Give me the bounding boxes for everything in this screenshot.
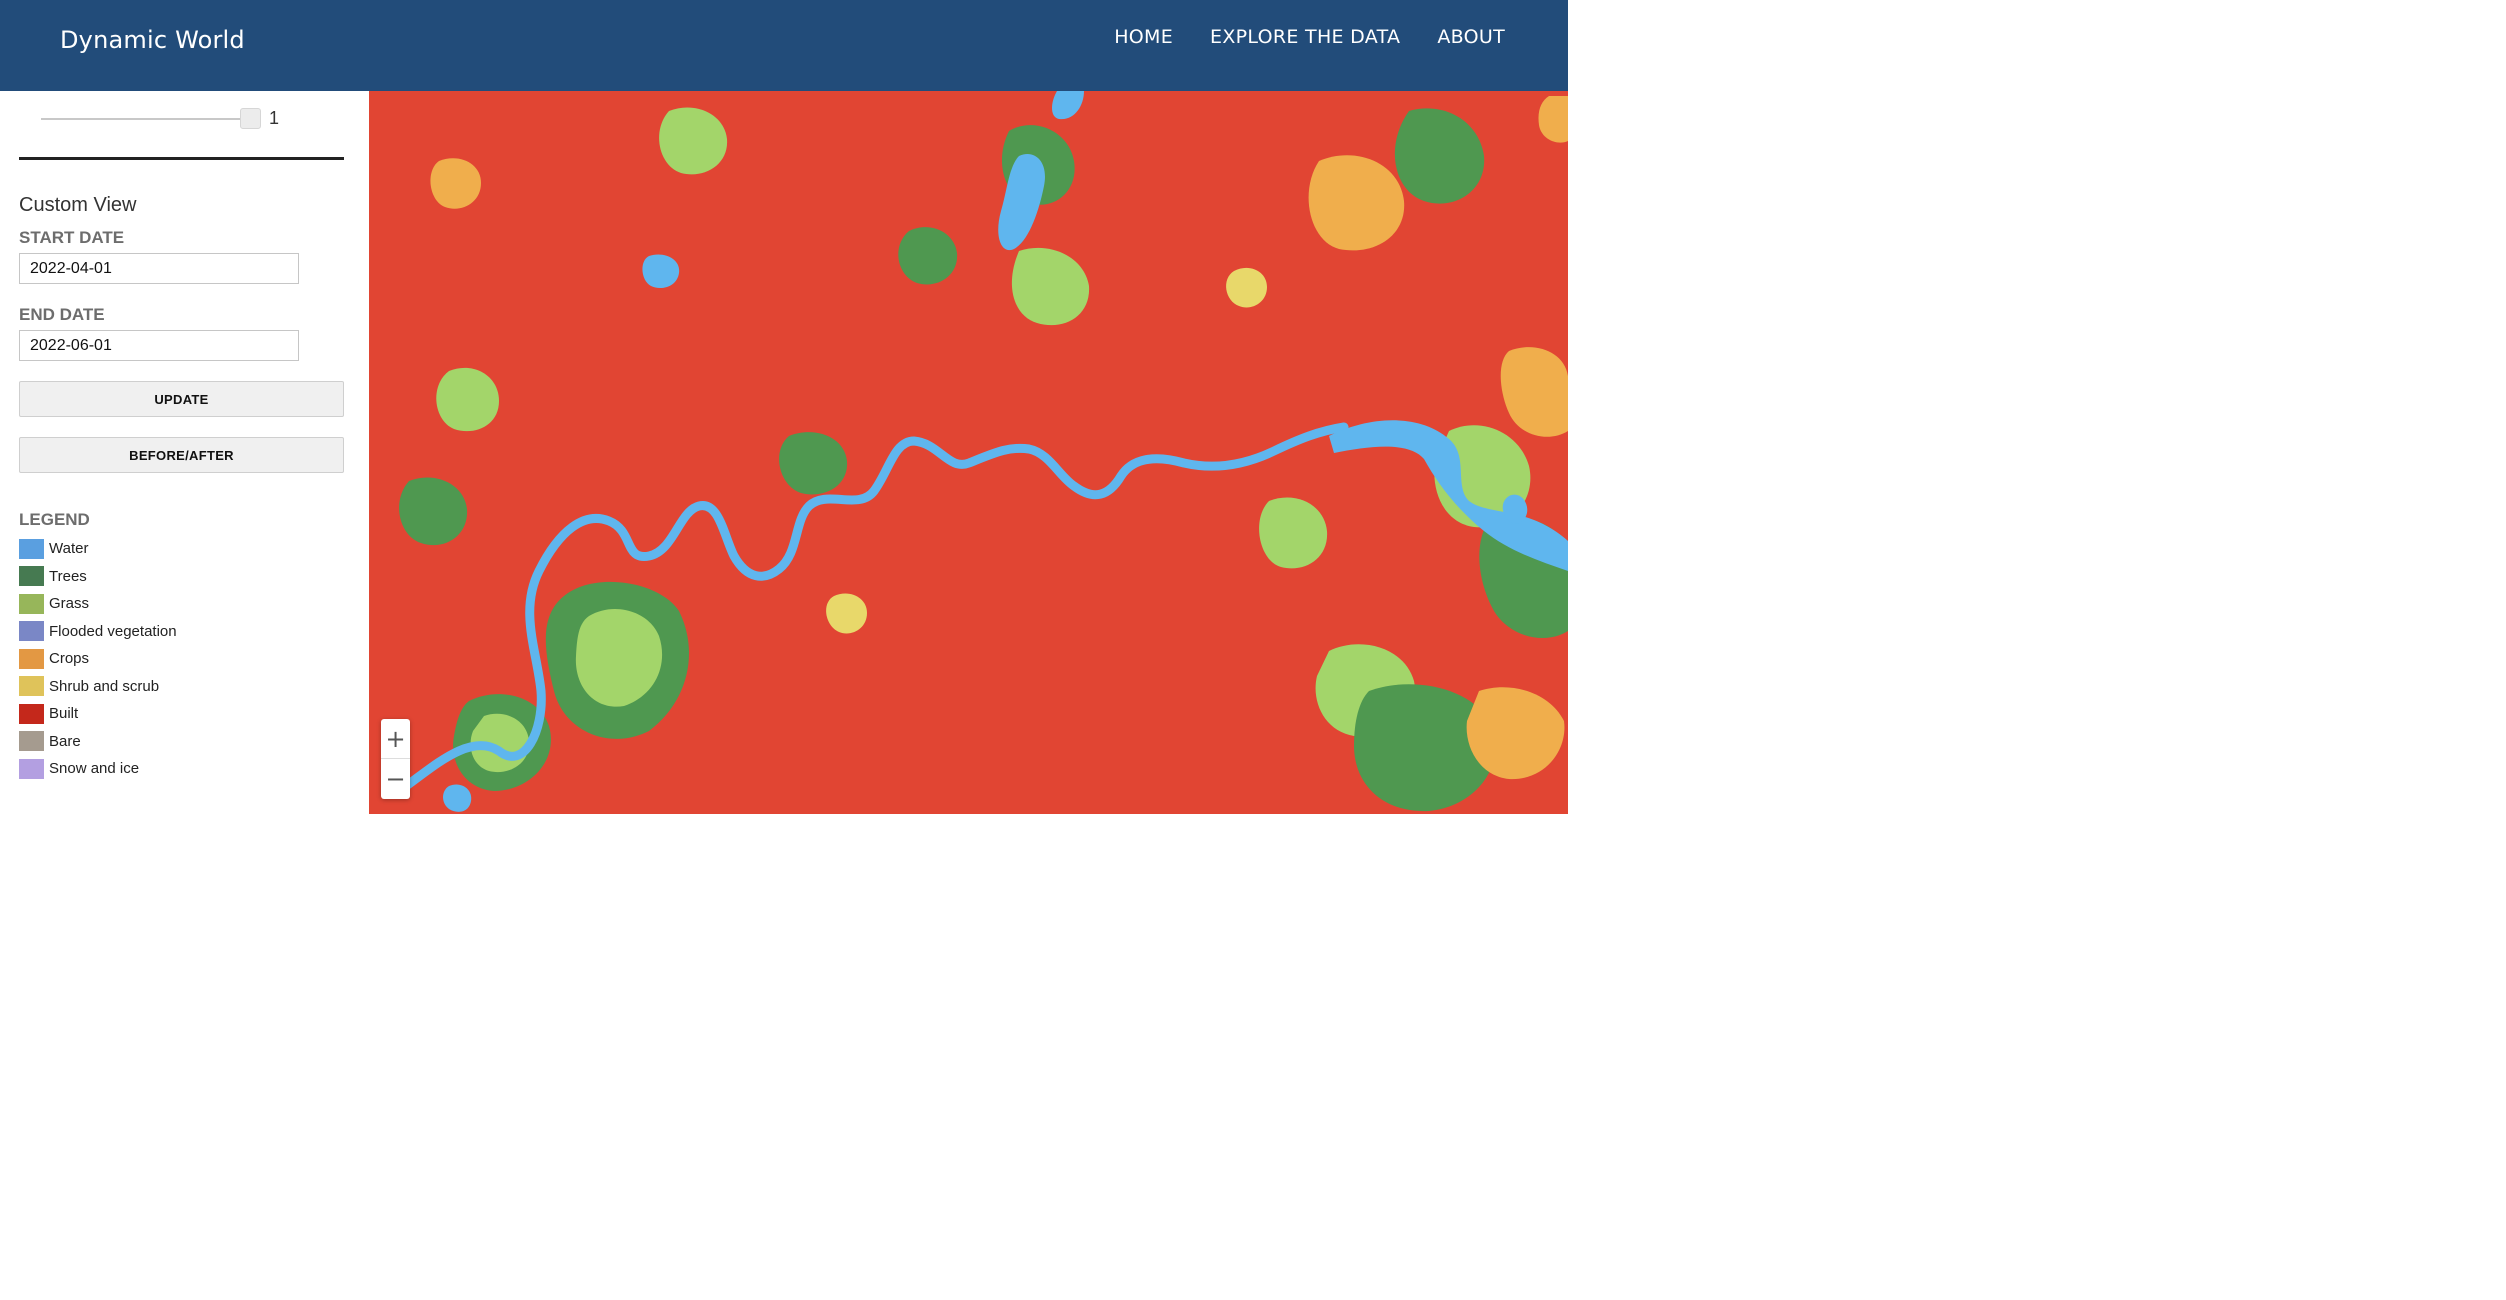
- map-canvas[interactable]: + −: [369, 91, 1568, 814]
- update-button[interactable]: UPDATE: [19, 381, 344, 417]
- zoom-in-icon[interactable]: +: [381, 719, 410, 759]
- legend-swatch-built: [19, 703, 44, 724]
- legend-item-grass: Grass: [19, 590, 177, 618]
- section-divider: [19, 157, 344, 160]
- nav-home[interactable]: HOME: [1114, 26, 1173, 48]
- zoom-control: + −: [381, 719, 410, 799]
- shrub-patch: [1226, 267, 1267, 308]
- slider-track[interactable]: [41, 118, 245, 120]
- legend-swatch-flooded-vegetation: [19, 621, 44, 642]
- brand-title[interactable]: Dynamic World: [60, 26, 245, 54]
- legend-swatch-bare: [19, 731, 44, 752]
- start-date-label: START DATE: [19, 228, 125, 247]
- legend-label: Water: [49, 540, 89, 558]
- legend-swatch-crops: [19, 648, 44, 669]
- legend-label: Built: [49, 705, 79, 723]
- legend-item-shrub-and-scrub: Shrub and scrub: [19, 673, 177, 701]
- top-nav: HOME EXPLORE THE DATA ABOUT: [1114, 26, 1505, 48]
- legend-label: Trees: [49, 567, 87, 585]
- legend-item-flooded-vegetation: Flooded vegetation: [19, 618, 177, 646]
- legend-list: Water Trees Grass Flooded vegetation Cro…: [19, 535, 177, 783]
- legend-item-water: Water: [19, 535, 177, 563]
- legend-item-bare: Bare: [19, 728, 177, 756]
- legend-item-trees: Trees: [19, 563, 177, 591]
- start-date-input[interactable]: [19, 253, 299, 284]
- sidebar: 1 Custom View START DATE END DATE UPDATE…: [0, 91, 369, 814]
- legend-swatch-shrub-and-scrub: [19, 676, 44, 697]
- land-cover-map[interactable]: [369, 91, 1568, 814]
- before-after-button[interactable]: BEFORE/AFTER: [19, 437, 344, 473]
- legend-item-built: Built: [19, 700, 177, 728]
- slider-thumb[interactable]: [240, 108, 261, 129]
- legend-label: Shrub and scrub: [49, 677, 160, 695]
- app-header: Dynamic World HOME EXPLORE THE DATA ABOU…: [0, 0, 1568, 91]
- legend-swatch-water: [19, 538, 44, 559]
- slider-value: 1: [269, 108, 280, 128]
- legend-label: Grass: [49, 595, 90, 613]
- end-date-label: END DATE: [19, 305, 105, 324]
- legend-title: LEGEND: [19, 510, 90, 529]
- legend-item-snow-and-ice: Snow and ice: [19, 755, 177, 783]
- legend-label: Snow and ice: [49, 760, 140, 778]
- end-date-input[interactable]: [19, 330, 299, 361]
- zoom-out-icon[interactable]: −: [381, 759, 410, 799]
- legend-label: Bare: [49, 732, 81, 750]
- legend-swatch-trees: [19, 566, 44, 587]
- nav-about[interactable]: ABOUT: [1437, 26, 1505, 48]
- legend-label: Flooded vegetation: [49, 622, 177, 640]
- nav-explore-the-data[interactable]: EXPLORE THE DATA: [1210, 26, 1400, 48]
- legend-label: Crops: [49, 650, 90, 668]
- custom-view-title: Custom View: [19, 194, 137, 216]
- legend-swatch-snow-and-ice: [19, 758, 44, 779]
- legend-item-crops: Crops: [19, 645, 177, 673]
- legend-swatch-grass: [19, 593, 44, 614]
- crop-patch: [430, 158, 481, 209]
